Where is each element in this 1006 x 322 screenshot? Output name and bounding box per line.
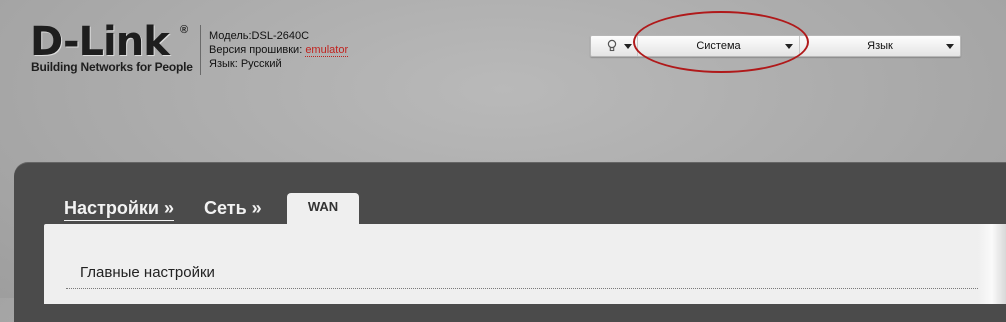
- firmware-label: Версия прошивки:: [209, 44, 303, 56]
- chevron-down-icon: [624, 44, 632, 49]
- chevron-down-icon: [946, 44, 954, 49]
- logo-tagline: Building Networks for People: [31, 60, 193, 74]
- content-scroll-edge: [978, 224, 1006, 304]
- language-row: Язык: Русский: [209, 57, 348, 71]
- logo-wordmark: D-Link: [30, 19, 170, 65]
- model-row: Модель:DSL-2640C: [209, 29, 348, 43]
- firmware-row: Версия прошивки: emulator: [209, 43, 349, 57]
- breadcrumb-settings[interactable]: Настройки »: [64, 198, 174, 221]
- dlink-logo: D-Link ® Building Networks for People: [30, 19, 193, 76]
- registered-mark: ®: [180, 24, 189, 36]
- annotation-ellipse: [633, 11, 809, 73]
- model-label: Модель:: [209, 30, 252, 42]
- section-title: Главные настройки: [80, 264, 215, 281]
- hint-button[interactable]: [591, 36, 638, 56]
- firmware-link[interactable]: emulator: [305, 44, 349, 57]
- tab-wan[interactable]: WAN: [287, 193, 359, 227]
- model-value: DSL-2640C: [251, 30, 310, 42]
- language-menu-button[interactable]: Язык: [800, 36, 960, 56]
- device-info: Модель:DSL-2640C Версия прошивки: emulat…: [209, 29, 349, 71]
- language-label: Язык:: [209, 58, 238, 70]
- language-menu-label: Язык: [867, 40, 893, 52]
- breadcrumb-network[interactable]: Сеть »: [204, 198, 262, 219]
- section-divider: [66, 288, 978, 289]
- language-value: Русский: [240, 58, 282, 70]
- header-divider: [200, 25, 201, 75]
- lightbulb-icon: [607, 39, 617, 52]
